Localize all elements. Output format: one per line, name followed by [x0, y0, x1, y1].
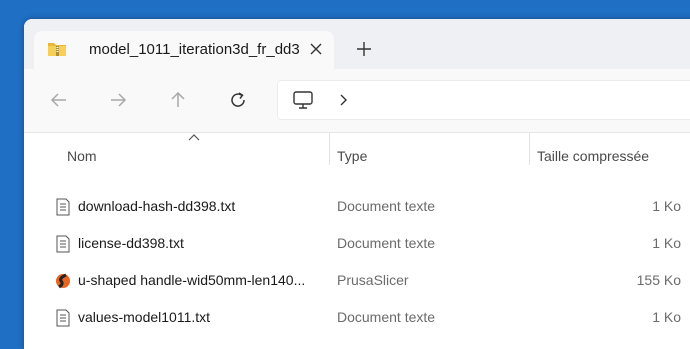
file-explorer-window: model_1011_iteration3d_fr_dd3 Nom Type T…	[24, 19, 690, 349]
file-row[interactable]: u-shaped handle-wid50mm-len140... PrusaS…	[24, 262, 690, 299]
file-type: Document texte	[337, 235, 436, 251]
file-size: 1 Ko	[652, 235, 681, 251]
tab-active[interactable]: model_1011_iteration3d_fr_dd3	[34, 31, 334, 69]
file-size: 1 Ko	[652, 198, 681, 214]
sort-ascending-icon	[188, 134, 200, 141]
file-size: 155 Ko	[636, 272, 681, 288]
column-header-compressed-size[interactable]: Taille compressée	[537, 141, 649, 171]
up-arrow-icon[interactable]	[169, 91, 187, 109]
forward-arrow-icon[interactable]	[109, 91, 127, 109]
column-divider[interactable]	[329, 133, 330, 165]
file-type: Document texte	[337, 198, 436, 214]
new-tab-plus-icon[interactable]	[356, 41, 372, 57]
file-list: Nom Type Taille compressée download-hash…	[24, 133, 690, 349]
close-icon[interactable]	[309, 42, 323, 56]
column-header-type[interactable]: Type	[337, 141, 367, 171]
prusaslicer-icon	[56, 273, 70, 289]
file-name: license-dd398.txt	[78, 235, 184, 251]
file-size: 1 Ko	[652, 309, 681, 325]
navigation-toolbar	[24, 69, 690, 133]
file-name: u-shaped handle-wid50mm-len140...	[78, 272, 306, 288]
monitor-icon	[293, 91, 313, 109]
file-row[interactable]: download-hash-dd398.txt Document texte 1…	[24, 188, 690, 225]
file-name: values-model1011.txt	[78, 309, 211, 325]
file-row[interactable]: values-model1011.txt Document texte 1 Ko	[24, 299, 690, 336]
zip-folder-icon	[48, 43, 66, 56]
address-bar[interactable]	[277, 80, 690, 120]
text-file-icon	[56, 235, 70, 253]
refresh-icon[interactable]	[229, 91, 247, 109]
chevron-right-icon[interactable]	[338, 94, 348, 106]
tab-bar: model_1011_iteration3d_fr_dd3	[24, 19, 690, 69]
tab-title: model_1011_iteration3d_fr_dd3	[89, 41, 300, 58]
file-type: PrusaSlicer	[337, 272, 409, 288]
back-arrow-icon[interactable]	[50, 91, 68, 109]
file-row[interactable]: license-dd398.txt Document texte 1 Ko	[24, 225, 690, 262]
column-divider[interactable]	[529, 133, 530, 165]
text-file-icon	[56, 309, 70, 327]
text-file-icon	[56, 198, 70, 216]
file-type: Document texte	[337, 309, 436, 325]
file-name: download-hash-dd398.txt	[78, 198, 236, 214]
column-header-name[interactable]: Nom	[67, 141, 97, 171]
